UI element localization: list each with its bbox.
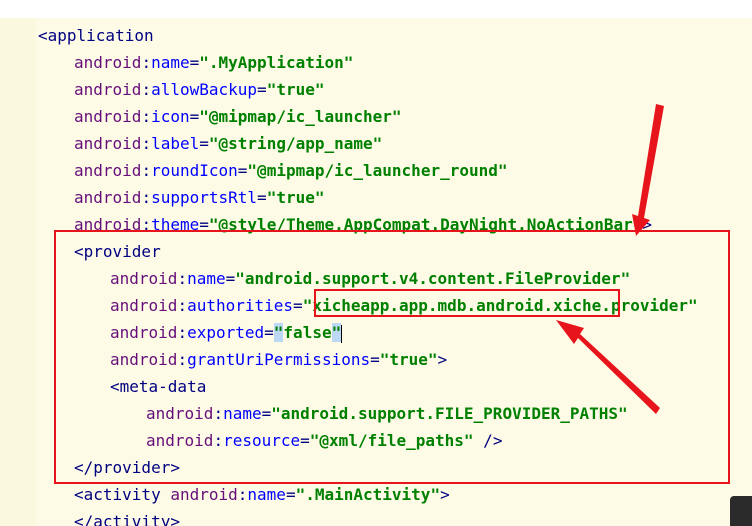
code-line: android:allowBackup="true" — [74, 76, 324, 103]
token-attr: roundIcon — [151, 161, 238, 180]
token-punc: = — [189, 53, 200, 72]
code-line: android:supportsRtl="true" — [74, 184, 324, 211]
token-punc: : — [141, 188, 152, 207]
code-line: android:label="@string/app_name" — [74, 130, 382, 157]
token-attr: name — [247, 485, 286, 504]
token-tag: > — [440, 485, 450, 504]
token-tag: <application — [38, 26, 154, 45]
token-attr: label — [151, 134, 200, 153]
token-punc: = — [189, 107, 200, 126]
token-tag: <activity — [74, 485, 171, 504]
token-punc: : — [141, 80, 152, 99]
token-ns: android — [74, 134, 142, 153]
token-val: ".MyApplication" — [199, 53, 354, 72]
code-line: </activity> — [74, 508, 180, 526]
token-ns: android — [74, 53, 142, 72]
token-punc: = — [285, 485, 296, 504]
token-val: "true" — [266, 80, 325, 99]
line-gutter — [0, 18, 36, 526]
token-attr: name — [151, 53, 190, 72]
token-punc: = — [199, 134, 209, 153]
code-line: <activity android:name=".MainActivity"> — [74, 481, 450, 508]
token-val: ".MainActivity" — [295, 485, 441, 504]
token-punc: = — [257, 80, 267, 99]
token-attr: allowBackup — [151, 80, 258, 99]
token-ns: android — [74, 188, 142, 207]
code-line: android:roundIcon="@mipmap/ic_launcher_r… — [74, 157, 508, 184]
token-val: "@mipmap/ic_launcher_round" — [247, 161, 508, 180]
token-punc: = — [237, 161, 248, 180]
token-ns: android — [74, 80, 142, 99]
token-ns: android — [74, 107, 142, 126]
token-attr: supportsRtl — [151, 188, 258, 207]
token-punc: : — [141, 107, 152, 126]
code-line: android:name=".MyApplication" — [74, 49, 353, 76]
provider-highlight-box — [54, 230, 730, 484]
authorities-highlight-box — [314, 289, 620, 317]
token-punc: = — [257, 188, 267, 207]
token-punc: : — [237, 485, 248, 504]
token-punc: : — [141, 134, 152, 153]
token-ns: android — [170, 485, 238, 504]
token-ns: android — [74, 161, 142, 180]
token-punc: : — [141, 161, 152, 180]
token-attr: icon — [151, 107, 190, 126]
token-val: "true" — [266, 188, 325, 207]
token-val: "@string/app_name" — [208, 134, 383, 153]
code-line: android:icon="@mipmap/ic_launcher" — [74, 103, 402, 130]
scrollbar-thumb[interactable] — [730, 496, 752, 526]
token-tag: </activity> — [74, 512, 180, 526]
token-punc: : — [141, 53, 152, 72]
code-line: <application — [38, 22, 154, 49]
token-val: "@mipmap/ic_launcher" — [199, 107, 402, 126]
